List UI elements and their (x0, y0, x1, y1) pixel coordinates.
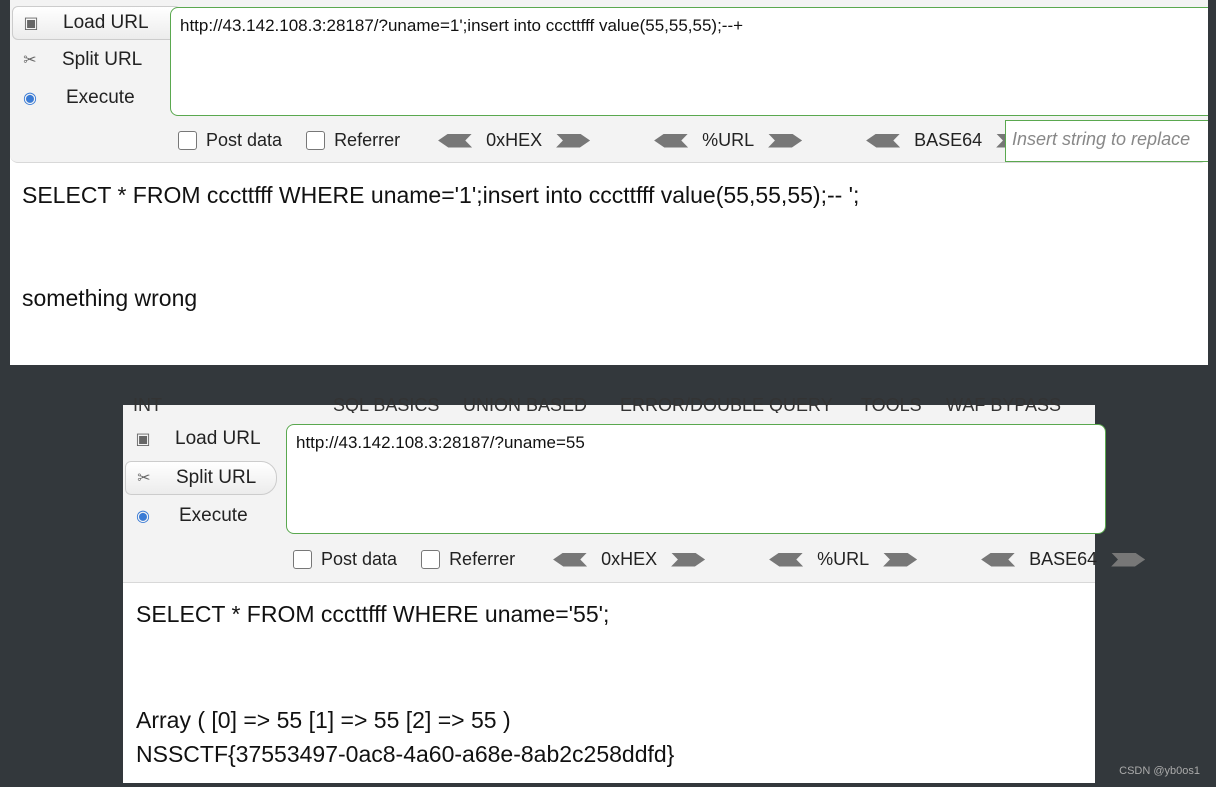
hex-encode-button[interactable] (556, 133, 591, 148)
post-data-checkbox[interactable]: Post data (178, 130, 282, 151)
menu-waf-bypass[interactable]: WAF BYPASS (946, 395, 1061, 413)
referrer-checkbox[interactable]: Referrer (306, 130, 400, 151)
url-input[interactable]: http://43.142.108.3:28187/?uname=55 (286, 424, 1106, 534)
url-input[interactable]: http://43.142.108.3:28187/?uname=1';inse… (170, 7, 1208, 116)
url-decode-button[interactable] (769, 552, 804, 567)
base64-decode-button[interactable] (866, 133, 901, 148)
scissors-icon: ✂ (23, 52, 37, 69)
base64-group: BASE64 (967, 549, 1159, 570)
url-group: %URL (755, 549, 931, 570)
url-encode-button[interactable] (768, 133, 803, 148)
flag-text: NSSCTF{37553497-0ac8-4a60-a68e-8ab2c258d… (136, 741, 675, 767)
hackbar-toolbar: ▣ Load URL ✂ Split URL ◉ Execute http://43.… (10, 0, 1208, 163)
load-url-icon: ▣ (135, 431, 151, 448)
execute-button[interactable]: ◉ Execute (125, 500, 300, 532)
options-row: Post data Referrer 0xHEX %URL BASE64 (293, 549, 1195, 570)
url-encode-button[interactable] (883, 552, 918, 567)
post-data-checkbox[interactable]: Post data (293, 549, 397, 570)
hackbar-toolbar: INT SQL BASICS UNION BASED ERROR/DOUBLE … (123, 395, 1146, 583)
hex-encode-button[interactable] (671, 552, 706, 567)
execute-button[interactable]: ◉ Execute (12, 82, 187, 114)
load-url-button[interactable]: ▣ Load URL (12, 6, 189, 40)
play-icon: ◉ (136, 508, 150, 525)
url-decode-button[interactable] (654, 133, 689, 148)
menu-sql-basics[interactable]: SQL BASICS (333, 395, 439, 413)
top-browser-panel: ▣ Load URL ✂ Split URL ◉ Execute http://43.… (10, 0, 1208, 365)
hex-group: 0xHEX (424, 130, 604, 151)
menu-int[interactable]: INT (133, 395, 162, 413)
watermark: CSDN @yb0os1 (1119, 765, 1200, 777)
replace-input[interactable]: Insert string to replace (1005, 120, 1208, 162)
load-url-button[interactable]: ▣ Load URL (125, 423, 300, 455)
scissors-icon: ✂ (137, 470, 151, 487)
result-array-text: Array ( [0] => 55 [1] => 55 [2] => 55 ) (136, 707, 511, 733)
menu-error-double-query[interactable]: ERROR/DOUBLE QUERY (620, 395, 833, 413)
menu-bar: INT SQL BASICS UNION BASED ERROR/DOUBLE … (123, 395, 1095, 413)
referrer-checkbox[interactable]: Referrer (421, 549, 515, 570)
bottom-browser-panel: INT SQL BASICS UNION BASED ERROR/DOUBLE … (123, 395, 1146, 783)
base64-encode-button[interactable] (1111, 552, 1146, 567)
menu-tools[interactable]: TOOLS (861, 395, 922, 413)
result-text: something wrong (22, 285, 198, 311)
hex-group: 0xHEX (539, 549, 719, 570)
hex-decode-button[interactable] (553, 552, 588, 567)
split-url-button[interactable]: ✂ Split URL (12, 44, 187, 76)
sql-query-text: SELECT * FROM cccttfff WHERE uname='55'; (136, 601, 610, 627)
split-url-button[interactable]: ✂ Split URL (125, 461, 277, 495)
base64-decode-button[interactable] (981, 552, 1016, 567)
menu-union-based[interactable]: UNION BASED (463, 395, 587, 413)
hex-decode-button[interactable] (438, 133, 473, 148)
options-row: Post data Referrer 0xHEX %URL BASE64 (178, 130, 1080, 151)
play-icon: ◉ (23, 90, 37, 107)
load-url-icon: ▣ (23, 15, 39, 32)
url-group: %URL (640, 130, 816, 151)
sql-query-text: SELECT * FROM cccttfff WHERE uname='1';i… (22, 182, 860, 208)
